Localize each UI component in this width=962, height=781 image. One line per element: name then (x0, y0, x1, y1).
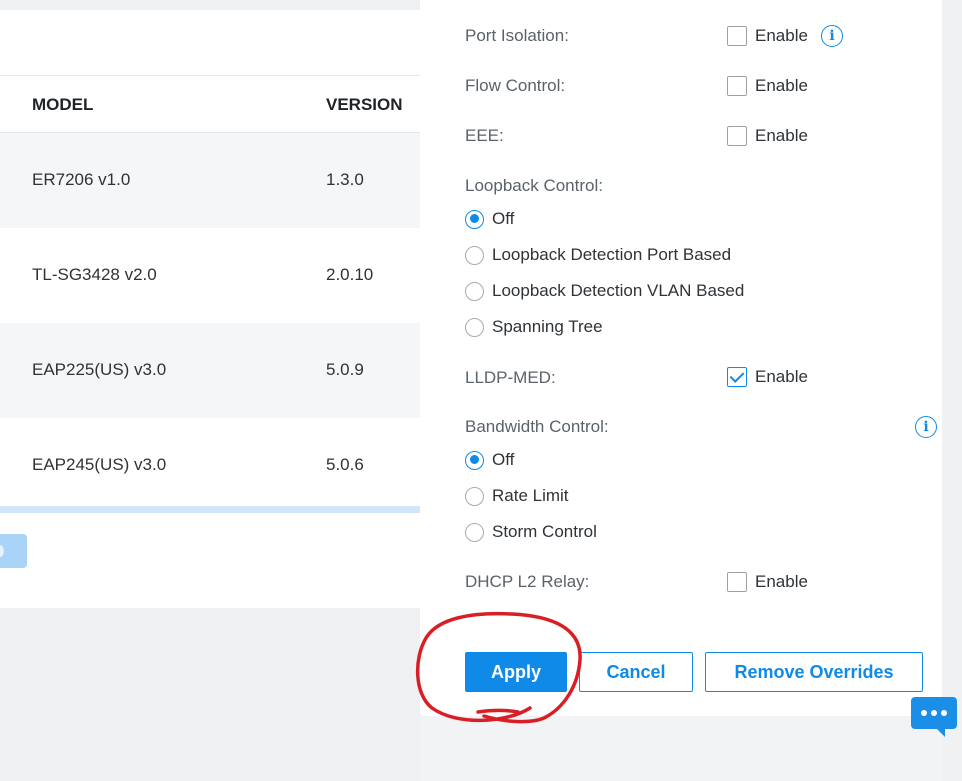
drawer-scrollbar[interactable] (942, 0, 962, 781)
checkbox-label: Enable (755, 76, 808, 95)
info-icon[interactable]: i (915, 416, 937, 438)
checkbox-label: Enable (755, 572, 808, 591)
eee-checkbox[interactable]: Enable (727, 126, 808, 146)
checkbox-box[interactable] (727, 367, 747, 387)
radio-button[interactable] (465, 486, 484, 506)
table-scrollbar[interactable] (0, 506, 420, 513)
radio-label: Spanning Tree (492, 317, 603, 336)
apply-button[interactable]: Apply (465, 652, 567, 692)
table-row[interactable]: EAP245(US) v3.0 5.0.6 (0, 418, 420, 513)
table-row[interactable]: TL-SG3428 v2.0 2.0.10 (0, 228, 420, 323)
settings-form: Port Isolation: Enable i Flow Control: E… (420, 0, 942, 716)
checkbox-box[interactable] (727, 76, 747, 96)
chat-bubble-icon[interactable] (911, 697, 957, 737)
cell-model: EAP225(US) v3.0 (32, 360, 167, 379)
radio-label: Off (492, 209, 515, 228)
partial-button[interactable] (0, 534, 27, 568)
remove-overrides-button[interactable]: Remove Overrides (705, 652, 923, 692)
loopback-control-label: Loopback Control: (465, 176, 603, 195)
radio-bandwidth-off[interactable]: Off (465, 450, 514, 470)
cell-model: ER7206 v1.0 (32, 170, 131, 189)
radio-loopback-vlan-based[interactable]: Loopback Detection VLAN Based (465, 281, 744, 301)
radio-button[interactable] (465, 450, 484, 470)
lldp-med-label: LLDP-MED: (465, 368, 556, 387)
flow-control-label: Flow Control: (465, 76, 566, 95)
radio-button[interactable] (465, 522, 484, 542)
table-toolbar (0, 10, 420, 76)
radio-spanning-tree[interactable]: Spanning Tree (465, 317, 603, 337)
table-header: MODEL VERSION (0, 76, 420, 133)
port-isolation-label: Port Isolation: (465, 26, 569, 45)
cell-version: 1.3.0 (326, 170, 364, 189)
eee-label: EEE: (465, 126, 504, 145)
lldp-med-checkbox[interactable]: Enable (727, 367, 808, 387)
radio-label: Off (492, 450, 515, 469)
port-isolation-checkbox[interactable]: Enable (727, 26, 808, 46)
flow-control-checkbox[interactable]: Enable (727, 76, 808, 96)
radio-button[interactable] (465, 245, 484, 265)
radio-label: Loopback Detection Port Based (492, 245, 732, 264)
radio-loopback-port-based[interactable]: Loopback Detection Port Based (465, 245, 731, 265)
cell-model: TL-SG3428 v2.0 (32, 265, 157, 284)
table-row[interactable]: EAP225(US) v3.0 5.0.9 (0, 323, 420, 418)
radio-button[interactable] (465, 317, 484, 337)
cancel-button[interactable]: Cancel (579, 652, 693, 692)
dhcp-l2-relay-label: DHCP L2 Relay: (465, 572, 590, 591)
table-row[interactable]: ER7206 v1.0 1.3.0 (0, 133, 420, 228)
cell-model: EAP245(US) v3.0 (32, 455, 167, 474)
radio-loopback-off[interactable]: Off (465, 209, 514, 229)
checkbox-box[interactable] (727, 26, 747, 46)
checkbox-label: Enable (755, 26, 808, 45)
radio-button[interactable] (465, 281, 484, 301)
cell-version: 5.0.9 (326, 360, 364, 379)
radio-label: Rate Limit (492, 486, 569, 505)
radio-button[interactable] (465, 209, 484, 229)
dhcp-l2-relay-checkbox[interactable]: Enable (727, 572, 808, 592)
cell-version: 2.0.10 (326, 265, 374, 284)
checkbox-box[interactable] (727, 126, 747, 146)
radio-label: Loopback Detection VLAN Based (492, 281, 745, 300)
column-header-model[interactable]: MODEL (32, 95, 93, 115)
cell-version: 5.0.6 (326, 455, 364, 474)
bandwidth-control-label: Bandwidth Control: (465, 417, 609, 436)
checkbox-label: Enable (755, 126, 808, 145)
radio-storm-control[interactable]: Storm Control (465, 522, 597, 542)
radio-rate-limit[interactable]: Rate Limit (465, 486, 569, 506)
port-settings-drawer: Port Isolation: Enable i Flow Control: E… (420, 0, 962, 781)
device-table-panel: MODEL VERSION ER7206 v1.0 1.3.0 TL-SG342… (0, 10, 420, 608)
checkbox-box[interactable] (727, 572, 747, 592)
info-icon[interactable]: i (821, 25, 843, 47)
column-header-version[interactable]: VERSION (326, 95, 403, 115)
radio-label: Storm Control (492, 522, 597, 541)
checkbox-label: Enable (755, 367, 808, 386)
